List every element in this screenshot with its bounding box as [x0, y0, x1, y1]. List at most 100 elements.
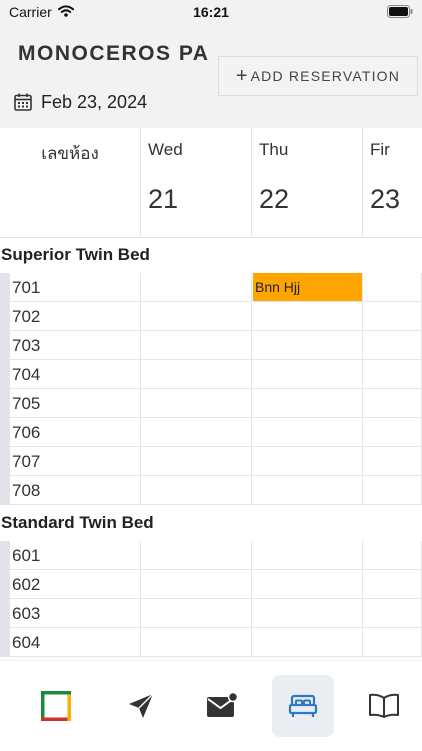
- row-indicator: [0, 302, 10, 331]
- day-cell[interactable]: [363, 389, 422, 418]
- day-cell[interactable]: [252, 360, 363, 389]
- day-cell[interactable]: [141, 599, 252, 628]
- day-cell[interactable]: [363, 360, 422, 389]
- tab-home[interactable]: [25, 675, 87, 737]
- day-name: Wed: [148, 140, 183, 159]
- calendar-icon: [14, 93, 32, 111]
- day-cell[interactable]: [252, 447, 363, 476]
- day-header-wed: Wed 21: [141, 128, 252, 236]
- status-bar: Carrier 16:21: [0, 0, 422, 26]
- day-cell[interactable]: [252, 570, 363, 599]
- day-cell[interactable]: [363, 476, 422, 505]
- room-row[interactable]: 707: [0, 447, 422, 476]
- selected-date: Feb 23, 2024: [41, 91, 148, 112]
- clock: 16:21: [193, 4, 229, 20]
- day-cell[interactable]: [141, 360, 252, 389]
- grid-header: เลขห้อง Wed 21 Thu 22 Fir 23: [0, 128, 422, 238]
- room-row[interactable]: 601: [0, 541, 422, 570]
- day-cell[interactable]: [141, 476, 252, 505]
- flag-logo-icon: [41, 691, 71, 721]
- day-cell[interactable]: [252, 476, 363, 505]
- room-number: 602: [12, 575, 41, 594]
- day-cell[interactable]: [363, 302, 422, 331]
- day-cell[interactable]: [141, 628, 252, 657]
- room-row[interactable]: 701 Bnn Hjj: [0, 273, 422, 302]
- day-cell[interactable]: [252, 418, 363, 447]
- day-cell[interactable]: [141, 273, 252, 302]
- day-cell[interactable]: [252, 599, 363, 628]
- bottom-tab-bar: [0, 660, 422, 751]
- day-cell[interactable]: [141, 447, 252, 476]
- day-cell[interactable]: [252, 331, 363, 360]
- day-name: Fir: [370, 140, 390, 159]
- room-row[interactable]: 706: [0, 418, 422, 447]
- room-row[interactable]: 603: [0, 599, 422, 628]
- bed-icon: [288, 694, 318, 717]
- tab-send[interactable]: [110, 675, 172, 737]
- row-indicator: [0, 476, 10, 505]
- row-indicator: [0, 418, 10, 447]
- row-indicator: [0, 570, 10, 599]
- day-cell[interactable]: [141, 541, 252, 570]
- day-cell[interactable]: [141, 418, 252, 447]
- room-row[interactable]: 602: [0, 570, 422, 599]
- room-number: 708: [12, 481, 41, 500]
- day-cell[interactable]: [252, 628, 363, 657]
- plus-icon: +: [235, 65, 248, 87]
- room-row[interactable]: 708: [0, 476, 422, 505]
- day-cell[interactable]: [141, 331, 252, 360]
- day-cell[interactable]: [252, 302, 363, 331]
- room-number: 705: [12, 394, 41, 413]
- room-number: 702: [12, 307, 41, 326]
- room-number: 706: [12, 423, 41, 442]
- day-header-fri: Fir 23: [363, 128, 422, 236]
- day-number: 21: [148, 184, 179, 214]
- date-picker[interactable]: Feb 23, 2024: [14, 90, 147, 114]
- room-row[interactable]: 604: [0, 628, 422, 657]
- room-number: 707: [12, 452, 41, 471]
- day-cell[interactable]: [252, 389, 363, 418]
- row-indicator: [0, 447, 10, 476]
- room-column-label: เลขห้อง: [41, 144, 99, 163]
- add-reservation-button[interactable]: + ADD RESERVATION: [218, 56, 418, 96]
- day-cell[interactable]: [141, 570, 252, 599]
- room-row[interactable]: 705: [0, 389, 422, 418]
- reservation-grid[interactable]: เลขห้อง Wed 21 Thu 22 Fir 23 Superior Tw…: [0, 128, 422, 660]
- day-cell[interactable]: [363, 418, 422, 447]
- reservation-block[interactable]: Bnn Hjj: [253, 273, 362, 301]
- day-cell[interactable]: [363, 599, 422, 628]
- tab-rooms[interactable]: [272, 675, 334, 737]
- send-icon: [129, 693, 154, 718]
- day-cell[interactable]: [363, 628, 422, 657]
- day-cell[interactable]: [141, 389, 252, 418]
- day-cell[interactable]: [363, 447, 422, 476]
- day-cell[interactable]: [363, 273, 422, 302]
- room-row[interactable]: 704: [0, 360, 422, 389]
- day-header-thu: Thu 22: [252, 128, 363, 236]
- battery-icon: [387, 5, 413, 18]
- room-number: 603: [12, 604, 41, 623]
- room-column-header: เลขห้อง: [0, 128, 141, 236]
- day-name: Thu: [259, 140, 289, 159]
- day-number: 22: [259, 184, 290, 214]
- row-indicator: [0, 541, 10, 570]
- row-indicator: [0, 628, 10, 657]
- room-row[interactable]: 703: [0, 331, 422, 360]
- tab-messages[interactable]: [191, 675, 253, 737]
- room-number: 704: [12, 365, 41, 384]
- tab-book[interactable]: [353, 675, 415, 737]
- room-row[interactable]: 702: [0, 302, 422, 331]
- day-cell[interactable]: [252, 541, 363, 570]
- add-reservation-label: ADD RESERVATION: [250, 68, 401, 84]
- day-cell[interactable]: [141, 302, 252, 331]
- room-number: 601: [12, 546, 41, 565]
- day-cell[interactable]: [363, 541, 422, 570]
- row-indicator: [0, 389, 10, 418]
- row-indicator: [0, 273, 10, 302]
- day-cell[interactable]: [363, 331, 422, 360]
- section-title: Standard Twin Bed: [1, 513, 154, 532]
- day-number: 23: [370, 184, 401, 214]
- day-cell[interactable]: [363, 570, 422, 599]
- row-indicator: [0, 331, 10, 360]
- room-number: 701: [12, 278, 41, 297]
